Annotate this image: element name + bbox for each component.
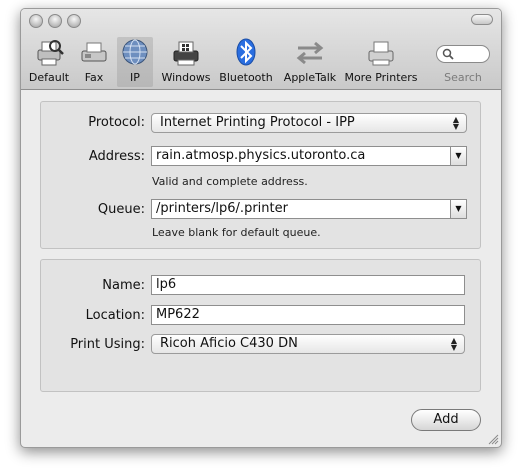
fax-icon [81,42,107,62]
toolbar-item-bluetooth[interactable]: Bluetooth [219,37,273,87]
minimize-window-button[interactable] [48,14,62,28]
print-using-value: Ricoh Aficio C430 DN [160,336,298,351]
print-using-select[interactable]: Ricoh Aficio C430 DN ▲ ▼ [151,334,465,354]
protocol-select[interactable]: Internet Printing Protocol - IPP ▲ ▼ [151,113,467,133]
toolbar-item-default[interactable]: Default [27,37,71,87]
toolbar-item-more-printers[interactable]: More Printers [343,37,419,87]
toolbar-toggle-button[interactable] [471,14,493,25]
protocol-label: Protocol: [88,115,145,130]
printer-info-group: Name: lp6 Location: MP622 Print Using: R… [40,259,481,392]
toolbar-item-windows[interactable]: Windows [159,37,213,87]
address-label: Address: [88,149,145,164]
queue-label: Queue: [97,202,145,217]
bluetooth-icon [236,38,256,66]
toolbar-item-label: Default [28,71,70,84]
address-combo[interactable]: rain.atmosp.physics.utoronto.ca ▼ [151,146,467,166]
search-input[interactable] [436,45,490,63]
toolbar-item-label: Bluetooth [219,71,273,84]
toolbar-item-label: AppleTalk [283,71,337,84]
more-printers-icon [368,41,394,66]
address-hint: Valid and complete address. [152,175,308,188]
location-field[interactable]: MP622 [151,305,465,325]
address-field[interactable]: rain.atmosp.physics.utoronto.ca [151,146,451,166]
address-dropdown-button[interactable]: ▼ [451,146,467,166]
location-label: Location: [85,308,145,323]
search-label: Search [444,71,482,84]
protocol-value: Internet Printing Protocol - IPP [160,115,355,130]
popup-arrows-icon: ▲ ▼ [452,115,460,131]
toolbar-item-label: More Printers [344,71,418,84]
toolbar-item-fax[interactable]: Fax [75,37,113,87]
toolbar-item-ip[interactable]: IP [117,37,153,87]
print-using-label: Print Using: [70,337,145,352]
popup-arrows-icon: ▲ ▼ [450,336,458,352]
ip-settings-group: Protocol: Internet Printing Protocol - I… [40,101,481,249]
queue-field[interactable]: /printers/lp6/.printer [151,199,451,219]
add-button[interactable]: Add [411,409,481,431]
name-label: Name: [102,278,145,293]
toolbar: Default Fax IP Windows Bluetooth AppleTa… [21,9,501,90]
ip-globe-icon [122,39,148,65]
name-field[interactable]: lp6 [151,275,465,295]
default-printer-icon [37,40,64,66]
queue-combo[interactable]: /printers/lp6/.printer ▼ [151,199,467,219]
add-printer-window: Default Fax IP Windows Bluetooth AppleTa… [20,8,502,448]
queue-dropdown-button[interactable]: ▼ [451,199,467,219]
resize-grip-icon[interactable] [488,434,499,445]
zoom-window-button[interactable] [67,14,81,28]
search-icon [442,48,454,60]
queue-hint: Leave blank for default queue. [152,226,321,239]
close-window-button[interactable] [29,14,43,28]
appletalk-icon [296,41,324,65]
toolbar-item-label: IP [130,71,140,84]
toolbar-item-label: Windows [161,71,211,84]
toolbar-item-appletalk[interactable]: AppleTalk [279,37,341,87]
toolbar-item-label: Fax [84,71,104,84]
windows-printer-icon [173,41,199,66]
